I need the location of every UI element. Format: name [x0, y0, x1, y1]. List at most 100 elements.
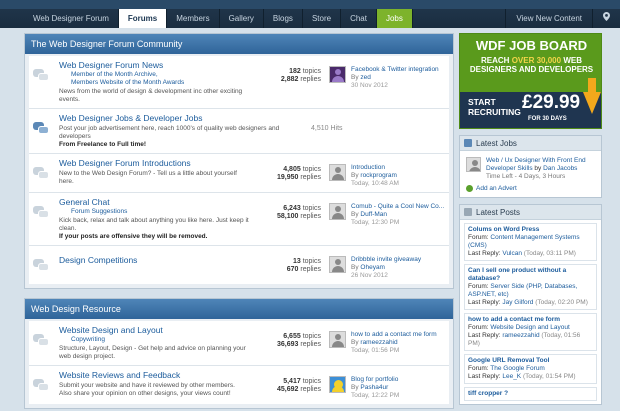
job-author-link[interactable]: Dan Jacobs: [543, 165, 577, 172]
nav-store[interactable]: Store: [303, 9, 342, 28]
topic-count: 6,243: [283, 205, 301, 212]
down-arrow-icon: [583, 92, 601, 114]
last-post-title-link[interactable]: Comub - Quite a Cool New Co...: [351, 203, 444, 211]
last-post-author-link[interactable]: zed: [360, 74, 370, 81]
ad-days: FOR 30 DAYS: [528, 116, 567, 122]
forum-read-icon: [33, 334, 49, 346]
post-title-link[interactable]: Colums on Word Press: [468, 226, 593, 234]
last-post-title-link[interactable]: Introduction: [351, 164, 399, 172]
last-post: Facebook & Twitter integration By zed 30…: [329, 60, 447, 90]
avatar[interactable]: [329, 66, 346, 83]
resource-section-title[interactable]: Web Design Resource: [25, 299, 453, 319]
nav-chat[interactable]: Chat: [341, 9, 377, 28]
post-reply-author-link[interactable]: Lee_K: [502, 373, 521, 380]
post-reply-author-link[interactable]: Jay Gilford: [502, 299, 533, 306]
forum-title-link[interactable]: Website Reviews and Feedback: [59, 370, 249, 381]
nav-gallery[interactable]: Gallery: [220, 9, 264, 28]
forum-info: Web Designer Forum News Member of the Mo…: [59, 60, 249, 104]
post-title-link[interactable]: Can I sell one product without a databas…: [468, 267, 593, 283]
nav-web-designer-forum[interactable]: Web Designer Forum: [24, 9, 119, 28]
list-item: Google URL Removal Tool Forum: The Googl…: [464, 354, 597, 384]
last-post-date: Today, 10:48 AM: [351, 180, 399, 187]
post-forum-link[interactable]: The Google Forum: [490, 365, 545, 372]
redirect-hits: 4,510 Hits: [311, 125, 343, 132]
community-section-title[interactable]: The Web Designer Forum Community: [25, 34, 453, 54]
last-post-title-link[interactable]: Facebook & Twitter integration: [351, 66, 439, 74]
subforum-link[interactable]: Copywriting: [59, 336, 249, 344]
topics-label: topics: [302, 378, 321, 385]
last-post-title-link[interactable]: how to add a contact me form: [351, 331, 437, 339]
forum-row: Web Designer Forum News Member of the Mo…: [29, 56, 449, 109]
reply-label: Last Reply:: [468, 250, 501, 257]
forum-description: New to the Web Design Forum? - Tell us a…: [59, 170, 237, 185]
reply-count: 670: [286, 266, 299, 273]
latest-posts-title: Latest Posts: [476, 207, 521, 217]
last-post-author-link[interactable]: Duff-Man: [360, 211, 387, 218]
forum-label: Forum:: [468, 365, 489, 372]
forum-row: Web Designer Jobs & Developer Jobs Post …: [29, 109, 449, 154]
last-post-author-link[interactable]: rameezzahid: [360, 339, 397, 346]
by-label: By: [351, 211, 359, 218]
reply-count: 45,692: [277, 386, 299, 393]
forum-title-link[interactable]: Design Competitions: [59, 255, 249, 266]
last-post-title-link[interactable]: Blog for portfolio: [351, 376, 399, 384]
post-reply-author-link[interactable]: Vulcan: [502, 250, 522, 257]
last-post-date: 30 Nov 2012: [351, 82, 388, 89]
topics-label: topics: [302, 333, 321, 340]
topics-label: topics: [302, 258, 321, 265]
add-advert-link[interactable]: Add an Advert: [460, 183, 601, 197]
community-section: The Web Designer Forum Community Web Des…: [24, 33, 454, 289]
sidebar: WDF JOB BOARD REACH OVER 30,000 WEB DESI…: [459, 33, 602, 411]
forum-info: Website Reviews and Feedback Submit your…: [59, 370, 249, 398]
forum-description: Submit your website and have it reviewed…: [59, 382, 235, 397]
avatar[interactable]: [329, 256, 346, 273]
list-item: tiff cropper ?: [464, 387, 597, 401]
avatar[interactable]: [329, 331, 346, 348]
last-post-author-link[interactable]: Pasha4ur: [360, 384, 388, 391]
post-title-link[interactable]: Google URL Removal Tool: [468, 357, 593, 365]
avatar[interactable]: [329, 164, 346, 181]
view-new-content-link[interactable]: View New Content: [505, 9, 592, 28]
reply-count: 36,693: [277, 341, 299, 348]
post-title-link[interactable]: how to add a contact me form: [468, 316, 593, 324]
last-post-date: Today, 12:22 PM: [351, 392, 400, 399]
last-post-author-link[interactable]: rockprogram: [360, 172, 396, 179]
subforum-link[interactable]: Forum Suggestions: [59, 208, 249, 216]
nav-jobs[interactable]: Jobs: [376, 9, 413, 28]
last-post-author-link[interactable]: Oheyam: [360, 264, 385, 271]
forum-info: Website Design and Layout Copywriting St…: [59, 325, 249, 361]
subforum-link[interactable]: Member of the Month Archive,: [59, 71, 249, 79]
ad-start-recruiting: START RECRUITING: [468, 97, 521, 117]
avatar[interactable]: [329, 376, 346, 393]
forum-info: Web Designer Jobs & Developer Jobs Post …: [59, 113, 289, 149]
community-forums: Web Designer Forum News Member of the Mo…: [25, 54, 453, 288]
location-pin-icon[interactable]: [592, 9, 620, 28]
nav-blogs[interactable]: Blogs: [264, 9, 303, 28]
post-forum-link[interactable]: Website Design and Layout: [490, 324, 569, 331]
forum-title-link[interactable]: Web Designer Forum News: [59, 60, 249, 71]
last-post: how to add a contact me form By rameezza…: [329, 325, 447, 355]
avatar[interactable]: [466, 157, 481, 172]
replies-label: replies: [300, 174, 321, 181]
forum-description: News from the world of design & developm…: [59, 88, 243, 103]
forum-title-link[interactable]: General Chat: [59, 197, 249, 208]
post-title-link[interactable]: tiff cropper ?: [468, 390, 593, 398]
forum-info: General Chat Forum Suggestions Kick back…: [59, 197, 249, 241]
by-label: By: [351, 264, 359, 271]
last-post-title-link[interactable]: Dribbble invite giveaway: [351, 256, 421, 264]
post-reply-author-link[interactable]: rameezzahid: [502, 332, 539, 339]
nav-members[interactable]: Members: [167, 9, 220, 28]
job-time-left: Time Left - 4 Days, 3 Hours: [486, 173, 566, 180]
subforum-link[interactable]: Members Website of the Month Awards: [59, 79, 249, 87]
reply-count: 2,882: [280, 76, 299, 83]
forum-list: The Web Designer Forum Community Web Des…: [24, 33, 454, 411]
last-post-date: 26 Nov 2012: [351, 272, 388, 279]
ad-start: START: [468, 97, 496, 107]
forum-title-link[interactable]: Web Designer Forum Introductions: [59, 158, 249, 169]
nav-forums[interactable]: Forums: [118, 9, 168, 28]
forum-title-link[interactable]: Web Designer Jobs & Developer Jobs: [59, 113, 289, 124]
reply-count: 19,950: [277, 174, 299, 181]
avatar[interactable]: [329, 203, 346, 220]
forum-title-link[interactable]: Website Design and Layout: [59, 325, 249, 336]
job-board-advert[interactable]: WDF JOB BOARD REACH OVER 30,000 WEB DESI…: [459, 33, 602, 129]
